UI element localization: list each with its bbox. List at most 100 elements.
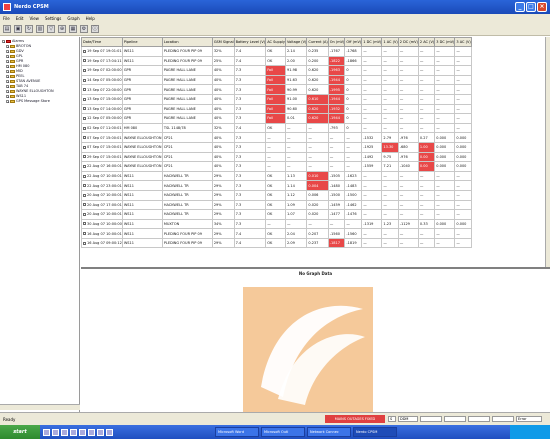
task-word[interactable]: Microsoft Word (215, 427, 259, 437)
table-row[interactable]: 12 Sep 07 05:00:00 GPR PAGRE HALL LANE 40% 7… (81, 113, 472, 124)
grid-vertical-scrollbar[interactable] (545, 37, 550, 267)
status-segment-s: S (388, 416, 396, 422)
desktop-icon[interactable] (61, 428, 68, 436)
column-header[interactable]: AC Supply (265, 37, 287, 47)
close-button[interactable]: × (537, 2, 547, 12)
table-row[interactable]: 13 Sep 07 14:00:00 GPR PAGRE HALL LANE 40% 7… (81, 103, 472, 115)
table-row[interactable]: 30 Aug 07 10:00:00 WS11 MUXTON 34% 7.3 — — — — — -… (81, 218, 472, 230)
menu-edit[interactable]: Edit (16, 16, 24, 21)
expand-icon[interactable]: + (6, 100, 10, 104)
print-icon[interactable]: ▥ (36, 25, 44, 33)
start-button[interactable]: start (0, 425, 40, 439)
menu-graph[interactable]: Graph (67, 16, 79, 21)
ie-icon[interactable] (43, 428, 50, 436)
excel-icon[interactable] (88, 428, 95, 436)
tree-horizontal-scrollbar[interactable] (0, 404, 80, 410)
zoom-icon[interactable]: ⊕ (58, 25, 66, 33)
cell-value: 0.207 (308, 231, 319, 236)
column-header[interactable]: 1 AC (V) (381, 37, 399, 47)
table-row[interactable]: 13 Sep 07 22:00:00 GPR PAGRE HALL LANE 40% 7… (81, 84, 472, 95)
column-header[interactable]: Pipeline (121, 37, 163, 47)
status-alert[interactable]: MAINS OUTAGES FIXED (325, 415, 385, 423)
cell-value: -1319 (363, 221, 374, 226)
table-cell: 22 Aug 07 23:00:01 (81, 180, 123, 191)
table-row[interactable]: 22 Aug 07 16:00:01 WAYNE ELLOUGHTON CP21 40… (81, 161, 472, 172)
expand-icon[interactable]: + (6, 55, 10, 59)
expand-icon[interactable]: + (6, 85, 10, 89)
expand-icon[interactable]: + (6, 65, 10, 69)
cell-value: — (419, 202, 424, 207)
expand-icon[interactable]: + (6, 80, 10, 84)
expand-icon[interactable]: + (6, 75, 10, 79)
settings-icon[interactable]: ⚙ (80, 25, 88, 33)
messenger-icon[interactable] (106, 428, 113, 436)
column-header[interactable]: 2 AC (V) (417, 37, 436, 47)
cell-value: — (383, 68, 387, 73)
table-cell: Fail (265, 65, 287, 76)
save-icon[interactable]: ▣ (14, 25, 22, 33)
tree-item-gps-message-store[interactable]: + GPS Message Store (1, 99, 78, 104)
table-row[interactable]: 16 Aug 07 09:00:12 WS11 PLEDING FOUR PIP 0… (81, 237, 472, 249)
expand-icon[interactable]: + (6, 95, 10, 99)
table-row[interactable]: 20 Aug 07 10:00:01 WS11 HACKWELL TR 29% 7.3 O… (81, 189, 472, 201)
column-header[interactable]: Battery Level (V) (233, 37, 267, 47)
task-cpsm[interactable]: Nerdo CPSM (353, 427, 397, 437)
table-row[interactable]: 14 Sep 07 05:00:00 GPR PAGRE HALL LANE 40% 7… (81, 74, 472, 86)
expand-icon[interactable]: + (6, 60, 10, 64)
column-header[interactable]: 2 DC (mV) (397, 37, 419, 47)
record-icon (83, 232, 86, 236)
column-header[interactable]: On (mV) (327, 37, 346, 47)
cell-value: 0 (346, 126, 349, 131)
open-icon[interactable]: ▤ (3, 25, 11, 33)
task-network[interactable]: Network Connec (307, 427, 351, 437)
table-row[interactable]: 29 Sep 07 15:00:01 WAYNE ELLOUGHTON CP21 40… (81, 151, 472, 163)
task-outlook[interactable]: Microsoft Outl (261, 427, 305, 437)
column-header[interactable]: Voltage (V) (285, 37, 308, 47)
refresh-icon[interactable]: ↻ (25, 25, 33, 33)
table-row[interactable]: 16 Aug 07 10:00:01 WS11 PLEDING FOUR PIP 0… (81, 228, 472, 239)
expand-icon[interactable]: + (6, 70, 10, 74)
column-header[interactable]: Location (161, 37, 213, 47)
expand-icon[interactable]: + (6, 90, 10, 94)
table-row[interactable]: 20 Aug 07 10:00:01 WS11 HACKWELL TR 29% 7.3 O… (81, 209, 472, 220)
menu-view[interactable]: View (29, 16, 39, 21)
table-cell: 0.000 (454, 151, 472, 163)
table-row[interactable]: 19 Sep 07 17:04:11 WS11 PLEDING FOUR PIP 0… (81, 55, 472, 67)
column-header[interactable]: 3 AC (V) (454, 37, 472, 47)
table-row[interactable]: 20 Aug 07 17:00:01 WS11 HACKWELL TR 29% 7.3 O… (81, 199, 472, 211)
expand-icon[interactable]: + (2, 40, 6, 44)
maximize-button[interactable]: □ (526, 2, 536, 12)
chart-icon[interactable]: ▦ (69, 25, 77, 33)
column-header[interactable]: 3 DC (mV) (434, 37, 456, 47)
table-cell: 7.3 (233, 65, 267, 76)
record-icon (83, 164, 86, 168)
word-icon[interactable] (79, 428, 86, 436)
menu-file[interactable]: File (3, 16, 10, 21)
menu-settings[interactable]: Settings (45, 16, 61, 21)
table-row[interactable]: 19 Sep 07 02:00:00 GPR PAGRE HALL LANE 40% 7… (81, 65, 472, 76)
table-row[interactable]: 22 Aug 07 10:00:01 WS11 HACKWELL TR 29% 7.3 O… (81, 170, 472, 182)
column-header[interactable]: 1 DC (mV) (361, 37, 383, 47)
expand-icon[interactable]: + (6, 45, 10, 49)
table-row[interactable]: 07 Sep 07 15:00:01 WAYNE ELLOUGHTON CP21 40… (81, 141, 472, 153)
explorer-icon[interactable] (97, 428, 104, 436)
record-icon (83, 116, 86, 120)
table-row[interactable]: 13 Sep 07 15:00:00 GPR PAGRE HALL LANE 40% 7… (81, 93, 472, 105)
table-row[interactable]: 19 Sep 07 19:01:01 WS11 PLEDING FOUR PIP 0… (81, 46, 472, 57)
column-header[interactable]: Off (mV) (344, 37, 363, 47)
minimize-button[interactable]: _ (515, 2, 525, 12)
expand-icon[interactable]: + (6, 50, 10, 54)
media-icon[interactable] (70, 428, 77, 436)
table-row[interactable]: 07 Sep 07 15:00:01 WAYNE ELLOUGHTON CP21 40… (81, 132, 472, 143)
column-header[interactable]: Current (A) (306, 37, 329, 47)
outlook-icon[interactable] (52, 428, 59, 436)
table-cell: — (361, 189, 383, 201)
menu-help[interactable]: Help (86, 16, 95, 21)
cell-value: 0.33 (419, 221, 428, 226)
column-header[interactable]: GSM Signal (211, 37, 235, 47)
column-header[interactable]: Date/Time (81, 37, 123, 47)
filter-icon[interactable]: ▽ (47, 25, 55, 33)
table-row[interactable]: 22 Aug 07 23:00:01 WS11 HACKWELL TR 29% 7.3 O… (81, 180, 472, 191)
info-icon[interactable]: ⓘ (91, 25, 99, 33)
table-row[interactable]: 02 Sep 07 11:00:01 HM 080 TSL 1148/78 32% 7.… (81, 122, 472, 134)
